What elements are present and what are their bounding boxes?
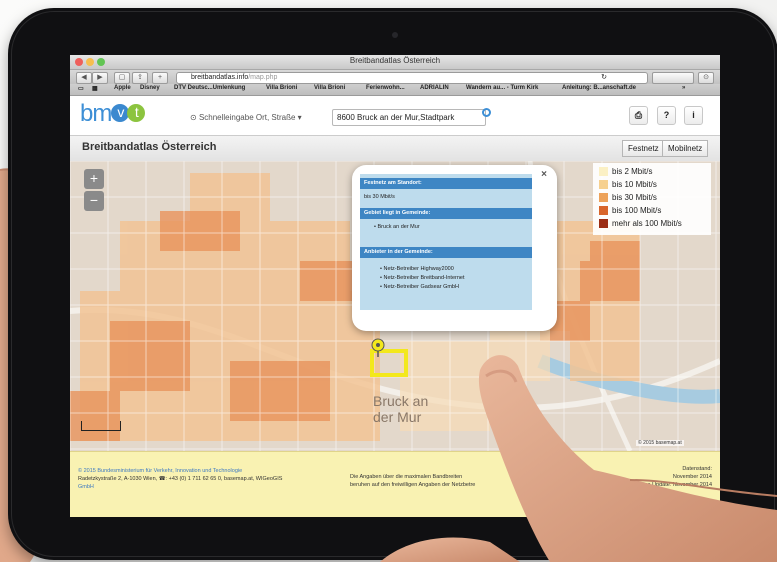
downloads-icon[interactable]: ⊙ [698,72,714,84]
bookmark-grid-icon[interactable]: ▦ [92,85,98,92]
bookmark-item[interactable]: Wandern au... - Turm Kirk [466,85,538,91]
legend-item: bis 2 Mbit/s [599,167,653,177]
page-title: Breitbandatlas Österreich [82,141,217,153]
legend-item: bis 30 Mbit/s [599,193,657,203]
tab-mobilnetz[interactable]: Mobilnetz [662,140,709,157]
legend-label: bis 2 Mbit/s [612,167,653,176]
bookmark-item[interactable]: DTV Deutsc...Umlenkung [174,85,245,91]
provider-name: Netz-Betreiber Highway2000 [383,266,454,272]
provider-name: Netz-Betreiber Gadsear GmbH [383,284,459,290]
url-bar[interactable]: breitbandatlas.info/map.php ↻ [176,72,648,84]
legend-item: bis 10 Mbit/s [599,180,657,190]
info-icon[interactable]: i [684,106,703,125]
bookmark-item[interactable]: Disney [140,85,160,91]
bookmark-item[interactable]: Villa Brioni [314,85,345,91]
zoom-in-button[interactable]: + [84,169,104,189]
legend-label: mehr als 100 Mbit/s [612,219,682,228]
window-titlebar: Breitbandatlas Österreich [70,55,720,70]
geolocate-icon[interactable] [482,108,491,117]
forward-icon[interactable]: ▶ [92,72,108,84]
bmvit-logo[interactable]: bm v t [80,100,146,128]
popup-section-head: Gebiet liegt in Gemeinde: [360,208,532,219]
legend-label: bis 100 Mbit/s [612,206,662,215]
address-input[interactable]: 8600 Bruck an der Mur,Stadtpark [332,109,486,126]
legend-label: bis 30 Mbit/s [612,193,657,202]
browser-toolbar: ◀ ▶ ▢ ⇪ + breitbandatlas.info/map.php ↻ … [70,70,720,84]
popup-municipality-name: Bruck an der Mur [377,224,420,230]
popup-body: Festnetz am Standort: bis 30 Mbit/s Gebi… [360,174,532,310]
bookmark-reader-icon[interactable]: ▭ [78,85,84,92]
bookmark-item[interactable]: Villa Brioni [266,85,297,91]
chevron-down-icon: ▾ [295,113,302,122]
search-field[interactable] [652,72,694,84]
reload-icon[interactable]: ↻ [601,73,607,83]
window-title: Breitbandatlas Österreich [349,56,441,65]
legend-item: mehr als 100 Mbit/s [599,219,682,229]
back-icon[interactable]: ◀ [76,72,92,84]
bookmark-item[interactable]: ADRIALIN [420,85,449,91]
popup-section-head: Anbieter in der Gemeinde: [360,247,532,258]
bookmark-item[interactable]: Anleitung: B...anschaft.de [562,85,636,91]
bookmarks-overflow-icon[interactable]: » [682,85,685,91]
popup-municipality: • Bruck an der Mur [374,224,420,230]
info-popup: × Festnetz am Standort: bis 30 Mbit/s Ge… [352,165,557,331]
pointing-hand [380,355,777,562]
legend-label: bis 10 Mbit/s [612,180,657,189]
share-icon[interactable]: ⇪ [132,72,148,84]
scale-bar [81,421,121,431]
url-host: breitbandatlas.info [191,74,249,81]
bookmark-item[interactable]: Apple [114,85,131,91]
provider-item: • Netz-Betreiber Highway2000 [380,266,454,272]
footer-address-cont[interactable]: GmbH [78,484,94,491]
zoom-out-button[interactable]: − [84,191,104,211]
popup-section-head: Festnetz am Standort: [360,178,532,189]
popup-speed-value: bis 30 Mbit/s [364,194,395,200]
tab-festnetz[interactable]: Festnetz [622,140,665,157]
provider-item: • Netz-Betreiber Breitband-Internet [380,275,465,281]
footer-address: Radetzkystraße 2, A-1030 Wien, ☎: +43 (0… [78,476,283,482]
page-title-bar: Breitbandatlas Österreich Festnetz Mobil… [70,135,720,162]
quick-search-label: Schnelleingabe Ort, Straße [198,113,296,122]
url-path: /map.php [248,74,278,81]
show-all-tabs-icon[interactable]: ▢ [114,72,130,84]
bookmarks-bar: ▭ ▦ Apple Disney DTV Deutsc...Umlenkung … [70,84,720,96]
quick-search-dropdown[interactable]: ⊙ Schnelleingabe Ort, Straße ▾ [190,113,302,122]
location-icon: ⊙ [190,113,199,122]
logo-t: t [127,103,146,122]
legend-item: bis 100 Mbit/s [599,206,662,216]
print-icon[interactable]: ⎙ [629,106,648,125]
new-tab-icon[interactable]: + [152,72,168,84]
site-header: bm v t ⊙ Schnelleingabe Ort, Straße ▾ 8600… [70,96,720,134]
provider-item: • Netz-Betreiber Gadsear GmbH [380,284,459,290]
speed-legend: bis 2 Mbit/s bis 10 Mbit/s bis 30 Mbit/s… [593,163,711,235]
help-icon[interactable]: ? [657,106,676,125]
popup-close-icon[interactable]: × [541,169,547,180]
provider-name: Netz-Betreiber Breitband-Internet [383,275,465,281]
footer-copyright[interactable]: © 2015 Bundesministerium für Verkehr, In… [78,468,242,475]
bookmark-item[interactable]: Ferienwohn... [366,85,405,91]
logo-text: bm [80,100,112,127]
camera-icon [392,32,398,38]
